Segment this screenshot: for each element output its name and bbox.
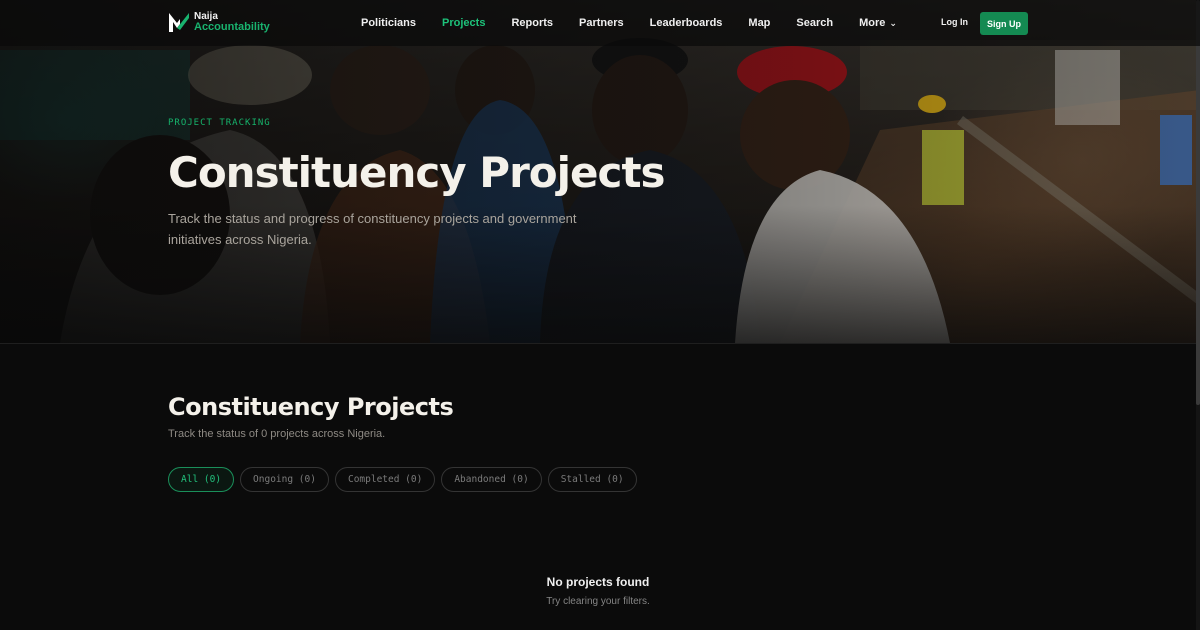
empty-state-subtitle: Try clearing your filters. — [546, 596, 650, 607]
top-navigation: Naija Accountability Politicians Project… — [0, 0, 1200, 46]
nav-link-leaderboards[interactable]: Leaderboards — [650, 17, 723, 29]
hero-subtitle: Track the status and progress of constit… — [168, 211, 577, 247]
brand-name: Naija Accountability — [194, 11, 270, 33]
filter-chip-ongoing[interactable]: Ongoing (0) — [240, 467, 329, 492]
brand-logo[interactable]: Naija Accountability — [168, 11, 270, 33]
nav-more-label: More — [859, 17, 886, 29]
status-filter-bar: All (0) Ongoing (0) Completed (0) Abando… — [168, 467, 643, 492]
signup-button[interactable]: Sign Up — [980, 12, 1028, 35]
scrollbar-thumb[interactable] — [1196, 0, 1200, 405]
nav-link-map[interactable]: Map — [748, 17, 770, 29]
brand-name-line2: Accountability — [194, 21, 270, 33]
section-divider — [0, 343, 1200, 344]
section-subtitle: Track the status of 0 projects across Ni… — [168, 428, 386, 440]
hero-content: PROJECT TRACKING Constituency Projects T… — [168, 118, 688, 250]
nav-link-politicians[interactable]: Politicians — [361, 17, 416, 29]
nav-link-search[interactable]: Search — [796, 17, 833, 29]
hero-eyebrow: PROJECT TRACKING — [168, 118, 271, 128]
filter-chip-abandoned[interactable]: Abandoned (0) — [441, 467, 542, 492]
chevron-down-icon: ⌄ — [889, 18, 897, 28]
nav-more-menu[interactable]: More ⌄ — [859, 17, 897, 29]
hero-banner: PROJECT TRACKING Constituency Projects T… — [0, 0, 1200, 343]
filter-chip-stalled[interactable]: Stalled (0) — [547, 467, 637, 492]
nav-link-reports[interactable]: Reports — [511, 17, 553, 29]
nav-link-projects[interactable]: Projects — [442, 17, 485, 29]
nav-link-partners[interactable]: Partners — [579, 17, 624, 29]
section-title: Constituency Projects — [168, 393, 454, 421]
filter-chip-completed[interactable]: Completed (0) — [334, 467, 436, 492]
page-title: Constituency Projects — [168, 148, 666, 197]
nav-links: Politicians Projects Reports Partners Le… — [361, 0, 923, 46]
login-link[interactable]: Log In — [941, 17, 968, 27]
empty-state-title: No projects found — [546, 575, 650, 589]
filter-chip-all[interactable]: All (0) — [168, 467, 235, 492]
logo-mark-icon — [169, 13, 189, 32]
empty-state: No projects found Try clearing your filt… — [0, 575, 1196, 607]
page-scrollbar[interactable] — [1196, 0, 1200, 630]
